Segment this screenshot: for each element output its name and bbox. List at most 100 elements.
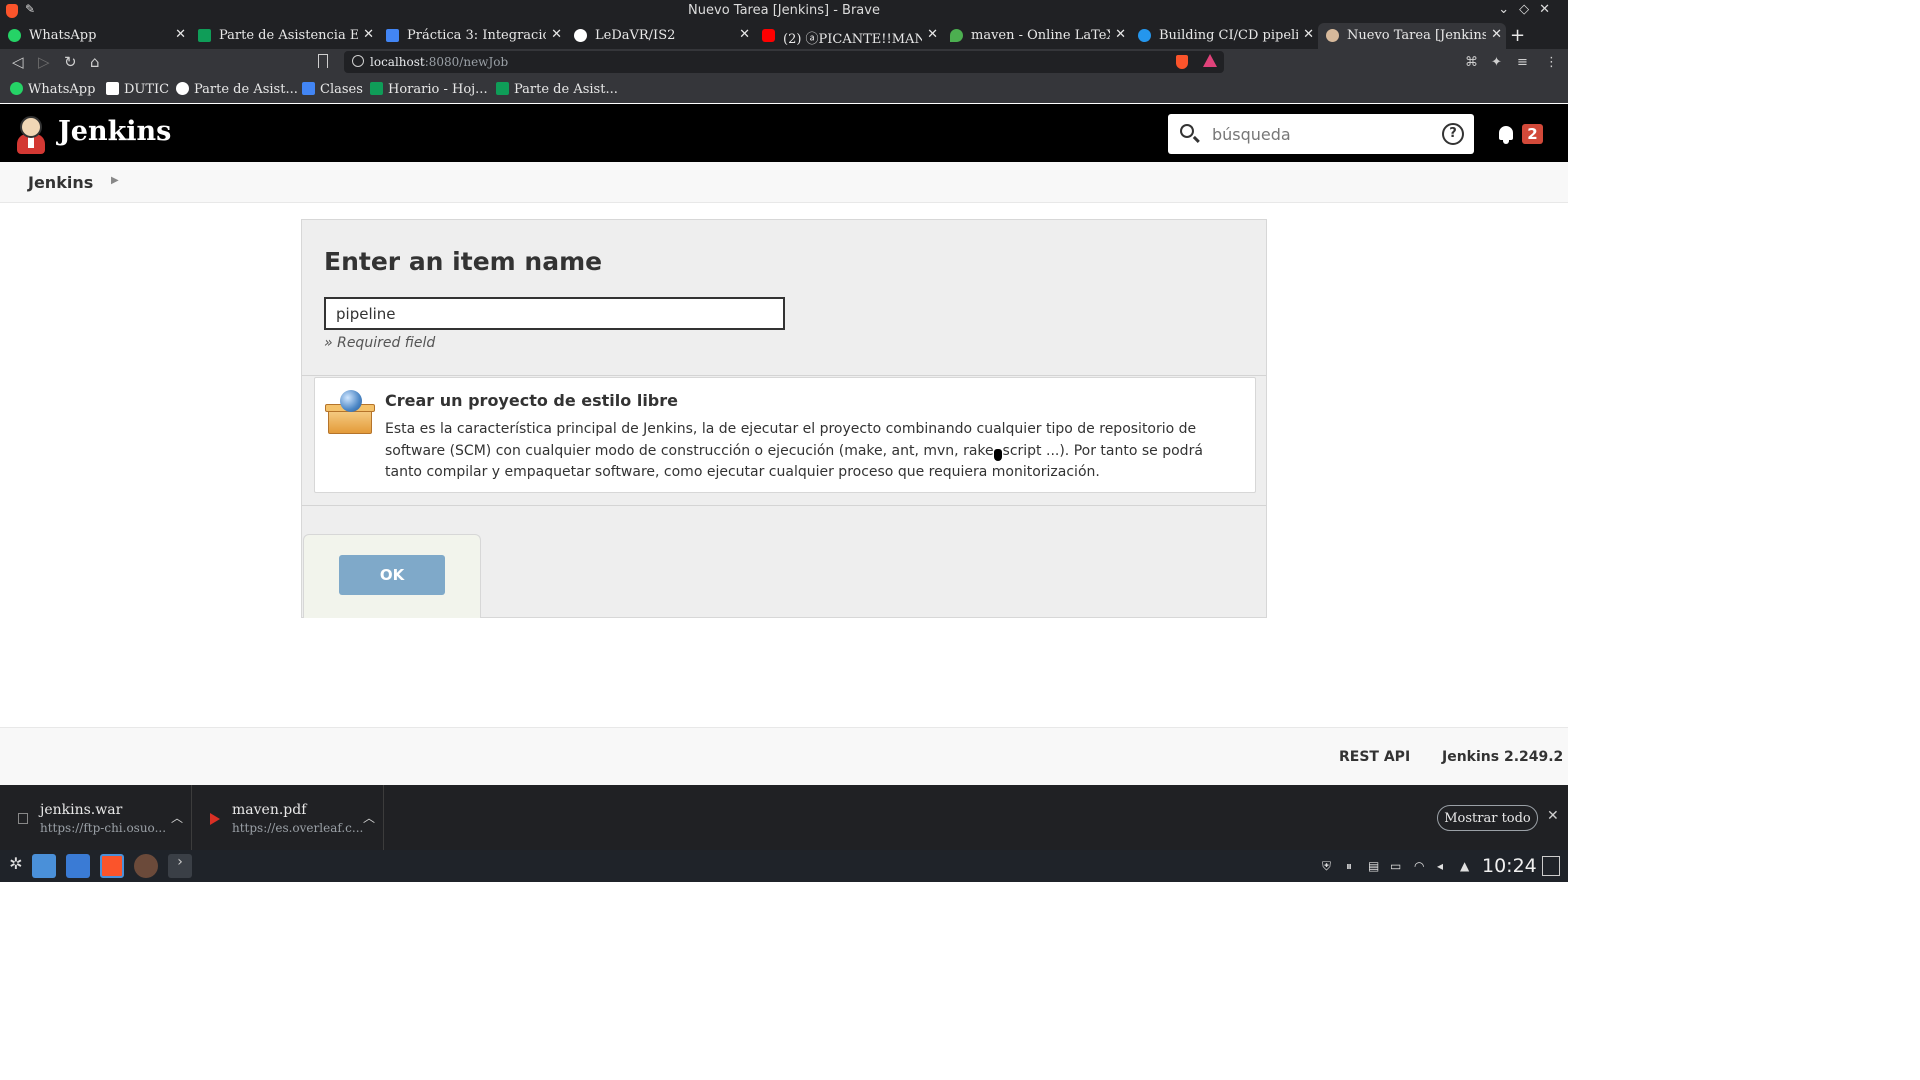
close-icon[interactable]: ✕	[175, 27, 186, 42]
jenkins-footer: REST API Jenkins 2.249.2	[0, 727, 1568, 785]
search-box[interactable]: ?	[1168, 114, 1474, 154]
jenkins-version-link[interactable]: Jenkins 2.249.2	[1442, 749, 1563, 765]
download-item-jenkins-war[interactable]: jenkins.war https://ftp-chi.osuo... ︿	[0, 785, 192, 850]
close-icon[interactable]: ✕	[551, 27, 562, 42]
home-icon[interactable]: ⌂	[90, 53, 100, 71]
brave-rewards-icon[interactable]	[1203, 54, 1217, 67]
tab-overleaf[interactable]: maven - Online LaTeX Editor ✕	[942, 23, 1130, 49]
option-description: Esta es la característica principal de J…	[385, 421, 1203, 480]
classroom-icon	[386, 29, 399, 42]
address-bar[interactable]: localhost:8080/newJob	[344, 51, 1224, 73]
chevron-right-icon[interactable]: ▶	[111, 175, 119, 186]
breadcrumb-jenkins[interactable]: Jenkins	[28, 173, 93, 192]
tab-label: (2) ⓐPICANTE!!MANDY	[783, 32, 922, 47]
pause-icon[interactable]: ⏸	[1346, 859, 1360, 873]
wifi-icon[interactable]: ◠	[1414, 859, 1428, 873]
bookmark-parte-asist-1[interactable]: Parte de Asist...	[176, 82, 298, 97]
item-name-input[interactable]	[324, 297, 785, 330]
docker-icon	[1138, 29, 1151, 42]
chevron-up-icon[interactable]: ︿	[171, 809, 183, 826]
google-icon	[176, 82, 189, 95]
divider	[302, 375, 1266, 376]
tab-youtube[interactable]: (2) ⓐPICANTE!!MANDY ✕	[754, 23, 942, 49]
close-icon[interactable]: ✕	[363, 27, 374, 42]
close-icon[interactable]: ✕	[1491, 27, 1502, 42]
page-title: Enter an item name	[324, 247, 603, 276]
freestyle-project-option[interactable]: Crear un proyecto de estilo libre Esta e…	[314, 377, 1256, 493]
tab-github[interactable]: LeDaVR/IS2 ✕	[566, 23, 754, 49]
close-icon[interactable]: ✕	[927, 27, 938, 42]
option-title: Crear un proyecto de estilo libre	[385, 391, 678, 410]
close-icon[interactable]: ✕	[1115, 27, 1126, 42]
tab-label: maven - Online LaTeX Editor	[971, 28, 1110, 43]
tab-label: WhatsApp	[29, 28, 97, 43]
clock[interactable]: 10:24	[1482, 855, 1537, 877]
brave-browser-icon[interactable]	[100, 854, 124, 878]
browser-toolbar: ◁ ▷ ↻ ⌂ localhost:8080/newJob ⌘ ✦ ≡ ⋮	[0, 49, 1568, 77]
playlist-icon[interactable]: ≡	[1517, 55, 1528, 70]
show-all-downloads-button[interactable]: Mostrar todo	[1437, 805, 1538, 831]
app-icon[interactable]	[134, 854, 158, 878]
menu-icon[interactable]: ⋮	[1545, 55, 1558, 70]
extensions-icon[interactable]: ✦	[1491, 55, 1502, 70]
tray-expand-icon[interactable]: ▲	[1460, 859, 1474, 873]
tab-whatsapp[interactable]: WhatsApp ✕	[0, 23, 190, 49]
os-taskbar: ✲ › ⛨ ⏸ ▤ ▭ ◠ ◂ ▲ 10:24	[0, 850, 1568, 882]
tab-parte-asistencia[interactable]: Parte de Asistencia EPCC ✕	[190, 23, 378, 49]
show-desktop-icon[interactable]	[1542, 856, 1560, 876]
translate-icon[interactable]: ⌘	[1465, 55, 1478, 70]
close-icon[interactable]: ✕	[1547, 808, 1559, 824]
ok-button[interactable]: OK	[339, 555, 445, 595]
file-manager-icon[interactable]	[66, 854, 90, 878]
window-controls[interactable]: ⌄◇✕	[1498, 2, 1560, 17]
tab-practica-3[interactable]: Práctica 3: Integración Continua ✕	[378, 23, 566, 49]
reload-icon[interactable]: ↻	[64, 53, 77, 71]
forward-icon[interactable]: ▷	[38, 53, 50, 71]
bookmark-parte-asist-2[interactable]: Parte de Asist...	[496, 82, 618, 97]
terminal-icon[interactable]: ›	[168, 854, 192, 878]
tab-label: Práctica 3: Integración Continua	[407, 28, 546, 43]
search-input[interactable]	[1212, 122, 1432, 146]
freestyle-project-icon	[325, 388, 375, 438]
tab-strip: WhatsApp ✕ Parte de Asistencia EPCC ✕ Pr…	[0, 23, 1568, 49]
volume-icon[interactable]: ◂	[1437, 859, 1451, 873]
sheets-icon	[496, 82, 509, 95]
bookmark-whatsapp[interactable]: WhatsApp	[10, 82, 95, 97]
tab-label: LeDaVR/IS2	[595, 28, 676, 43]
notification-badge[interactable]: 2	[1522, 124, 1543, 144]
bell-icon[interactable]	[1497, 126, 1515, 144]
close-icon[interactable]: ✕	[1303, 27, 1314, 42]
jenkins-brand[interactable]: Jenkins	[58, 116, 171, 147]
bookmark-dutic[interactable]: DUTIC	[106, 82, 169, 97]
desktop-icon[interactable]	[32, 854, 56, 878]
bookmark-clases[interactable]: Clases	[302, 82, 363, 97]
chevron-up-icon[interactable]: ︿	[363, 809, 375, 826]
tab-nuevo-tarea-jenkins[interactable]: Nuevo Tarea [Jenkins] ✕	[1318, 23, 1506, 49]
brave-shields-icon[interactable]	[1176, 55, 1188, 69]
whatsapp-icon	[8, 29, 21, 42]
sheets-icon	[198, 29, 211, 42]
download-item-maven-pdf[interactable]: maven.pdf https://es.overleaf.c... ︿	[192, 785, 384, 850]
download-shelf: jenkins.war https://ftp-chi.osuo... ︿ ma…	[0, 785, 1568, 850]
bookmark-horario[interactable]: Horario - Hoj...	[370, 82, 488, 97]
address-url[interactable]: localhost:8080/newJob	[370, 55, 508, 69]
clipboard-icon[interactable]: ▤	[1368, 859, 1382, 873]
battery-icon[interactable]: ▭	[1390, 859, 1404, 873]
jenkins-logo-icon[interactable]	[16, 114, 46, 154]
close-icon[interactable]: ✕	[739, 27, 750, 42]
site-info-icon[interactable]	[352, 55, 364, 67]
shield-icon[interactable]: ⛨	[1322, 859, 1336, 873]
classroom-icon	[302, 82, 315, 95]
bookmark-icon[interactable]	[318, 54, 328, 68]
tab-building-ci-cd[interactable]: Building CI/CD pipelines ✕	[1130, 23, 1318, 49]
new-tab-button[interactable]: +	[1510, 25, 1525, 46]
help-icon[interactable]: ?	[1442, 123, 1464, 145]
youtube-icon	[762, 29, 775, 42]
bookmarks-bar: WhatsApp DUTIC Parte de Asist... Clases …	[0, 77, 1568, 103]
app-launcher-icon[interactable]: ✲	[4, 854, 28, 878]
back-icon[interactable]: ◁	[12, 53, 24, 71]
whatsapp-icon	[10, 82, 23, 95]
rest-api-link[interactable]: REST API	[1339, 749, 1410, 765]
required-field-note: » Required field	[324, 335, 436, 351]
pdf-icon	[210, 813, 220, 825]
